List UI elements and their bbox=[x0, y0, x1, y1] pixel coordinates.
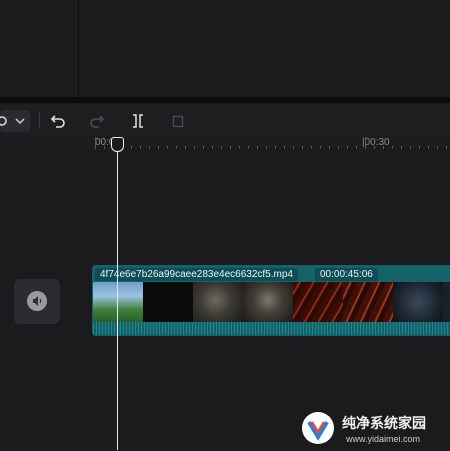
settings-dropdown[interactable] bbox=[0, 110, 30, 132]
chevron-down-icon bbox=[14, 114, 26, 128]
thumbnail-frame bbox=[143, 282, 193, 322]
thumbnail-frame bbox=[343, 282, 393, 322]
preview-right-panel bbox=[79, 0, 450, 97]
clip-filename: 4f74e6e7b26a99caee283e4ec6632cf5.mp4 bbox=[95, 268, 298, 281]
ruler-mark-label: |00:30 bbox=[362, 137, 390, 148]
thumbnail-frame bbox=[93, 282, 143, 322]
thumbnail-frame bbox=[293, 282, 343, 322]
watermark-title: 纯净系统家园 bbox=[342, 415, 426, 431]
gear-icon bbox=[0, 113, 10, 129]
split-icon[interactable] bbox=[129, 112, 147, 130]
ruler-tick bbox=[365, 137, 366, 149]
clip-thumbnails bbox=[93, 282, 450, 322]
undo-icon[interactable] bbox=[49, 112, 67, 130]
thumbnail-frame bbox=[193, 282, 243, 322]
ruler-tick bbox=[95, 137, 96, 149]
preview-left-panel bbox=[0, 0, 78, 97]
thumbnail-frame bbox=[443, 282, 450, 322]
watermark-logo bbox=[300, 410, 336, 446]
timeline-toolbar bbox=[0, 103, 450, 135]
redo-icon[interactable] bbox=[88, 112, 106, 130]
track-audio-button[interactable] bbox=[14, 279, 60, 324]
playhead-handle[interactable] bbox=[111, 137, 124, 152]
thumbnail-frame bbox=[243, 282, 293, 322]
watermark-url: www.yidaimei.com bbox=[346, 434, 421, 444]
clip-audio-waveform bbox=[93, 322, 450, 334]
speaker-icon bbox=[27, 291, 47, 311]
clip-duration: 00:00:45:06 bbox=[315, 268, 378, 281]
toolbar-divider bbox=[39, 112, 40, 128]
delete-icon[interactable] bbox=[169, 112, 187, 130]
thumbnail-frame bbox=[393, 282, 443, 322]
playhead-line[interactable] bbox=[117, 146, 118, 450]
